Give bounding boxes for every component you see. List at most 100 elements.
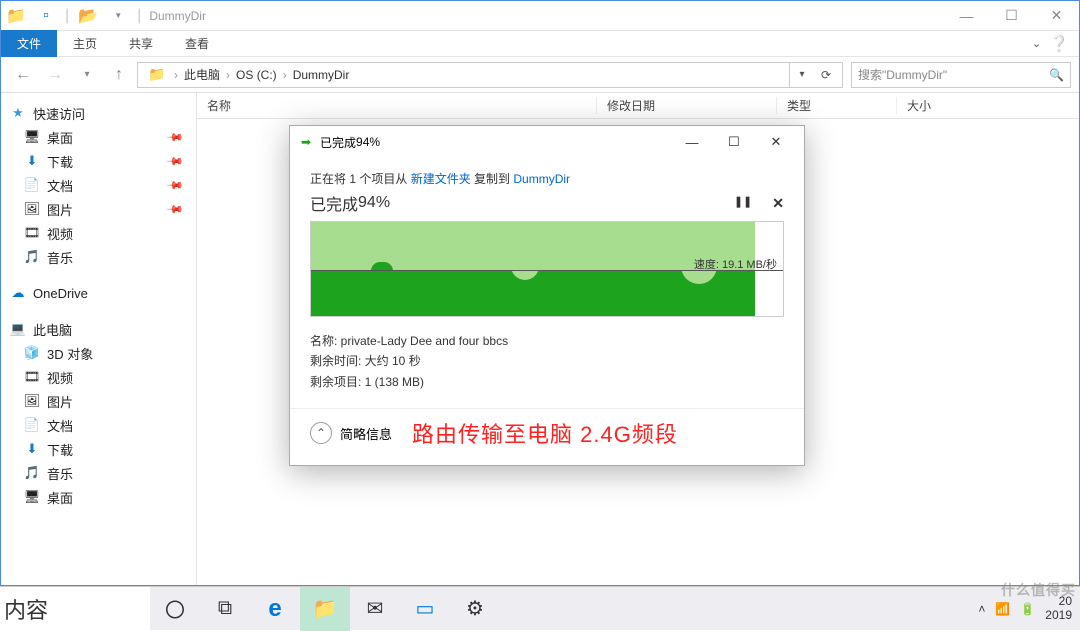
addr-drop-icon[interactable]: ▾	[790, 63, 814, 87]
address-bar[interactable]: 📁 › 此电脑 › OS (C:) › DummyDir ▾ ⟳	[137, 62, 843, 88]
sidebar-item-desktop-2[interactable]: 🖥桌面	[1, 485, 196, 509]
explorer-taskbar-icon[interactable]: 📁	[300, 587, 350, 631]
sidebar-thispc[interactable]: 💻此电脑	[1, 317, 196, 341]
back-button[interactable]: ←	[9, 61, 37, 89]
desktop-icon: 🖥	[23, 488, 41, 506]
copy-footer: ⌃ 简略信息 路由传输至电脑 2.4G频段	[290, 408, 804, 465]
minimize-button[interactable]: —	[944, 2, 989, 30]
desktop-icon: 🖥	[23, 128, 41, 146]
copy-time-left: 大约 10 秒	[365, 354, 421, 368]
copy-item-name: private-Lady Dee and four bbcs	[341, 334, 508, 348]
download-icon: ⬇	[23, 440, 41, 458]
sidebar-item-pictures-2[interactable]: 🖼图片	[1, 389, 196, 413]
picture-icon: 🖼	[23, 200, 41, 218]
cortana-icon[interactable]: 〇	[150, 587, 200, 631]
copy-titlebar: ➡ 已完成 94% — ☐ ✕	[290, 126, 804, 158]
search-placeholder: 搜索"DummyDir"	[858, 66, 947, 83]
battery-icon[interactable]: 🔋	[1020, 602, 1035, 616]
search-input[interactable]: 搜索"DummyDir" 🔍	[851, 62, 1071, 88]
qa-save-icon[interactable]: ▫	[36, 6, 56, 26]
sidebar-item-downloads[interactable]: ⬇下载📌	[1, 149, 196, 173]
edge-icon[interactable]: e	[250, 587, 300, 631]
up-button[interactable]: ↑	[105, 61, 133, 89]
sidebar-item-desktop[interactable]: 🖥桌面📌	[1, 125, 196, 149]
sidebar-quick-access[interactable]: ★ 快速访问	[1, 101, 196, 125]
copy-arrow-icon: ➡	[298, 134, 314, 150]
search-icon[interactable]: 🔍	[1049, 68, 1064, 82]
copy-dialog: ➡ 已完成 94% — ☐ ✕ 正在将 1 个项目从 新建文件夹 复制到 Dum…	[289, 125, 805, 466]
star-icon: ★	[9, 104, 27, 122]
sidebar-onedrive[interactable]: ☁OneDrive	[1, 281, 196, 305]
video-icon: 🎞	[23, 224, 41, 242]
sidebar-item-downloads-2[interactable]: ⬇下载	[1, 437, 196, 461]
window-controls: — ☐ ✕	[944, 2, 1079, 30]
tab-view[interactable]: 查看	[169, 30, 225, 57]
qa-dropdown-icon[interactable]: ▼	[108, 6, 128, 26]
crumb-folder[interactable]: DummyDir	[289, 68, 354, 82]
annotation-text: 路由传输至电脑 2.4G频段	[412, 417, 678, 449]
col-type[interactable]: 类型	[777, 97, 897, 114]
speed-label: 速度: 19.1 MB/秒	[692, 256, 779, 272]
cropped-text: 内容	[0, 587, 150, 630]
copy-title-pre: 已完成	[320, 134, 356, 151]
music-icon: 🎵	[23, 248, 41, 266]
help-icon[interactable]: ❔	[1049, 34, 1069, 54]
maximize-button[interactable]: ☐	[989, 2, 1034, 30]
tab-share[interactable]: 共享	[113, 30, 169, 57]
music-icon: 🎵	[23, 464, 41, 482]
titlebar: 📁 ▫ | 📂 ▼ | DummyDir — ☐ ✕	[1, 1, 1079, 31]
tray-up-icon[interactable]: ˄	[978, 602, 985, 616]
copy-minimize-button[interactable]: —	[672, 128, 712, 156]
col-name[interactable]: 名称	[197, 97, 597, 114]
settings-icon[interactable]: ⚙	[450, 587, 500, 631]
pin-icon: 📌	[166, 200, 185, 219]
sidebar-item-documents[interactable]: 📄文档📌	[1, 173, 196, 197]
ribbon: 文件 主页 共享 查看 ⌄ ❔	[1, 31, 1079, 57]
copy-meta: 名称: private-Lady Dee and four bbcs 剩余时间:…	[310, 331, 784, 392]
document-icon: 📄	[23, 176, 41, 194]
cancel-button[interactable]: ✕	[772, 195, 784, 212]
sidebar-item-documents-2[interactable]: 📄文档	[1, 413, 196, 437]
col-date[interactable]: 修改日期	[597, 97, 777, 114]
collapse-icon[interactable]: ⌃	[310, 422, 332, 444]
addr-folder-icon: 📁	[147, 65, 167, 85]
copy-dst-link[interactable]: DummyDir	[513, 172, 570, 186]
tab-home[interactable]: 主页	[57, 30, 113, 57]
recent-dropdown[interactable]: ▾	[73, 61, 101, 89]
mail-icon[interactable]: ✉	[350, 587, 400, 631]
sidebar: ★ 快速访问 🖥桌面📌 ⬇下载📌 📄文档📌 🖼图片📌 🎞视频 🎵音乐 ☁OneD…	[1, 93, 197, 585]
wifi-icon[interactable]: 📶	[995, 602, 1010, 616]
sidebar-item-3d[interactable]: 🧊3D 对象	[1, 341, 196, 365]
file-tab[interactable]: 文件	[1, 30, 57, 57]
forward-button[interactable]: →	[41, 61, 69, 89]
sidebar-item-videos-2[interactable]: 🎞视频	[1, 365, 196, 389]
folder-icon-2: 📂	[78, 6, 98, 26]
ribbon-help: ⌄ ❔	[1032, 34, 1079, 54]
copy-title-pct: 94%	[356, 135, 380, 149]
whiteboard-icon[interactable]: ▭	[400, 587, 450, 631]
copy-progress-pct: 94%	[358, 194, 390, 212]
copy-close-button[interactable]: ✕	[756, 128, 796, 156]
crumb-drive[interactable]: OS (C:)	[232, 68, 281, 82]
refresh-icon[interactable]: ⟳	[814, 63, 838, 87]
column-headers: 名称 修改日期 类型 大小	[197, 93, 1079, 119]
copy-maximize-button[interactable]: ☐	[714, 128, 754, 156]
taskview-icon[interactable]: ⧉	[200, 587, 250, 631]
pause-button[interactable]: ❚❚	[734, 195, 752, 212]
picture-icon: 🖼	[23, 392, 41, 410]
pc-icon: 💻	[9, 320, 27, 338]
close-button[interactable]: ✕	[1034, 2, 1079, 30]
crumb-thispc[interactable]: 此电脑	[180, 66, 224, 83]
copy-src-link[interactable]: 新建文件夹	[411, 172, 471, 186]
chevron-down-icon[interactable]: ⌄	[1032, 37, 1041, 50]
collapse-label[interactable]: 简略信息	[340, 424, 392, 443]
sidebar-label: 快速访问	[33, 104, 85, 123]
clock-date[interactable]: 2019	[1045, 609, 1072, 622]
sidebar-item-videos[interactable]: 🎞视频	[1, 221, 196, 245]
speed-graph: 速度: 19.1 MB/秒	[310, 221, 784, 317]
col-size[interactable]: 大小	[897, 97, 997, 114]
sidebar-item-music-2[interactable]: 🎵音乐	[1, 461, 196, 485]
sidebar-item-music[interactable]: 🎵音乐	[1, 245, 196, 269]
download-icon: ⬇	[23, 152, 41, 170]
sidebar-item-pictures[interactable]: 🖼图片📌	[1, 197, 196, 221]
